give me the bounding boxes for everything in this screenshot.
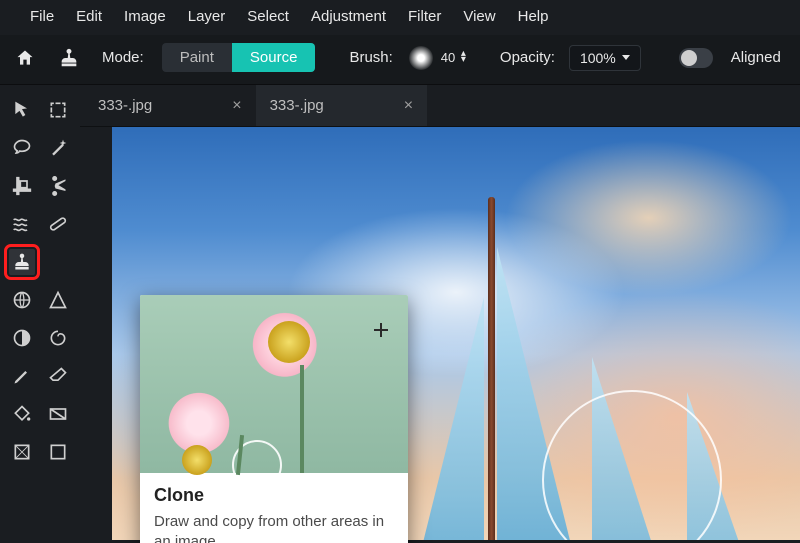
home-button[interactable]	[10, 45, 40, 71]
tool-cut[interactable]	[45, 173, 71, 199]
work-area: 333-.jpg × 333-.jpg ×	[80, 85, 800, 540]
globe-icon	[12, 290, 32, 310]
menu-select[interactable]: Select	[247, 8, 289, 25]
pencil-icon	[12, 366, 32, 386]
menu-help[interactable]: Help	[518, 8, 549, 25]
bucket-icon	[12, 404, 32, 424]
tool-move[interactable]	[9, 97, 35, 123]
tooltip-description: Draw and copy from other areas in an ima…	[154, 512, 394, 543]
tool-crop[interactable]	[9, 173, 35, 199]
clone-stamp-icon	[58, 47, 80, 69]
tool-lasso[interactable]	[9, 135, 35, 161]
menu-adjustment[interactable]: Adjustment	[311, 8, 386, 25]
mode-paint-button[interactable]: Paint	[162, 43, 232, 72]
menu-bar: File Edit Image Layer Select Adjustment …	[0, 0, 800, 35]
brush-label: Brush:	[349, 49, 392, 66]
option-bar: Mode: Paint Source Brush: 40 ▴▾ Opacity:…	[0, 35, 800, 85]
tab-label: 333-.jpg	[270, 97, 324, 114]
contrast-icon	[12, 328, 32, 348]
clone-source-crosshair-icon	[374, 323, 388, 337]
tool-fill[interactable]	[9, 401, 35, 427]
close-tab-icon[interactable]: ×	[404, 97, 413, 115]
stepper-arrows-icon: ▴▾	[461, 51, 466, 63]
tooltip-thumbnail	[140, 295, 408, 473]
tool-gradient[interactable]	[45, 401, 71, 427]
current-tool-indicator	[54, 45, 84, 71]
tool-marquee[interactable]	[45, 97, 71, 123]
wand-icon	[48, 138, 68, 158]
tool-pixelate[interactable]	[9, 287, 35, 313]
mode-label: Mode:	[102, 49, 144, 66]
aligned-label: Aligned	[731, 49, 781, 66]
crop-icon	[12, 176, 32, 196]
menu-image[interactable]: Image	[124, 8, 166, 25]
tool-frame[interactable]	[45, 439, 71, 465]
shape-icon	[12, 442, 32, 462]
document-tab-bar: 333-.jpg × 333-.jpg ×	[80, 85, 800, 127]
close-tab-icon[interactable]: ×	[232, 97, 241, 115]
document-tab-2[interactable]: 333-.jpg ×	[256, 85, 428, 126]
pointer-icon	[12, 100, 32, 120]
swirl-icon	[48, 328, 68, 348]
main-area: 333-.jpg × 333-.jpg ×	[0, 85, 800, 540]
image-sail	[402, 297, 484, 540]
menu-file[interactable]: File	[30, 8, 54, 25]
tool-adjust[interactable]	[9, 325, 35, 351]
home-icon	[15, 48, 35, 68]
document-tab-1[interactable]: 333-.jpg ×	[84, 85, 256, 126]
chevron-down-icon	[622, 55, 630, 60]
menu-view[interactable]: View	[463, 8, 495, 25]
lasso-icon	[12, 138, 32, 158]
bandage-icon	[48, 214, 68, 234]
mode-source-button[interactable]: Source	[232, 43, 316, 72]
frame-icon	[48, 442, 68, 462]
tool-sponge[interactable]	[45, 325, 71, 351]
tool-palette	[0, 85, 80, 540]
marquee-icon	[48, 100, 68, 120]
menu-edit[interactable]: Edit	[76, 8, 102, 25]
tool-tooltip-card: Clone Draw and copy from other areas in …	[140, 295, 408, 543]
tool-heal[interactable]	[45, 211, 71, 237]
wave-icon	[12, 214, 32, 234]
image-mast	[488, 197, 495, 540]
opacity-value: 100%	[580, 50, 616, 66]
tool-liquify[interactable]	[9, 211, 35, 237]
opacity-dropdown[interactable]: 100%	[569, 45, 641, 71]
eraser-icon	[48, 366, 68, 386]
brush-preview[interactable]	[409, 46, 433, 70]
tool-draw[interactable]	[9, 363, 35, 389]
menu-filter[interactable]: Filter	[408, 8, 441, 25]
menu-layer[interactable]: Layer	[188, 8, 226, 25]
opacity-label: Opacity:	[500, 49, 555, 66]
tool-clone[interactable]	[9, 249, 35, 275]
aligned-toggle[interactable]	[679, 48, 713, 68]
tool-eraser[interactable]	[45, 363, 71, 389]
mode-toggle-group: Paint Source	[162, 43, 316, 72]
toggle-knob	[681, 50, 697, 66]
brush-size-stepper[interactable]: 40 ▴▾	[441, 50, 466, 65]
triangle-icon	[48, 290, 68, 310]
scissors-icon	[48, 176, 68, 196]
tool-sharpen[interactable]	[45, 287, 71, 313]
tool-wand[interactable]	[45, 135, 71, 161]
gradient-icon	[48, 404, 68, 424]
brush-cursor-outline	[542, 390, 722, 540]
tab-label: 333-.jpg	[98, 97, 152, 114]
clone-stamp-icon	[12, 252, 32, 272]
brush-size-value: 40	[441, 50, 455, 65]
tooltip-title: Clone	[154, 485, 394, 506]
tool-shape[interactable]	[9, 439, 35, 465]
